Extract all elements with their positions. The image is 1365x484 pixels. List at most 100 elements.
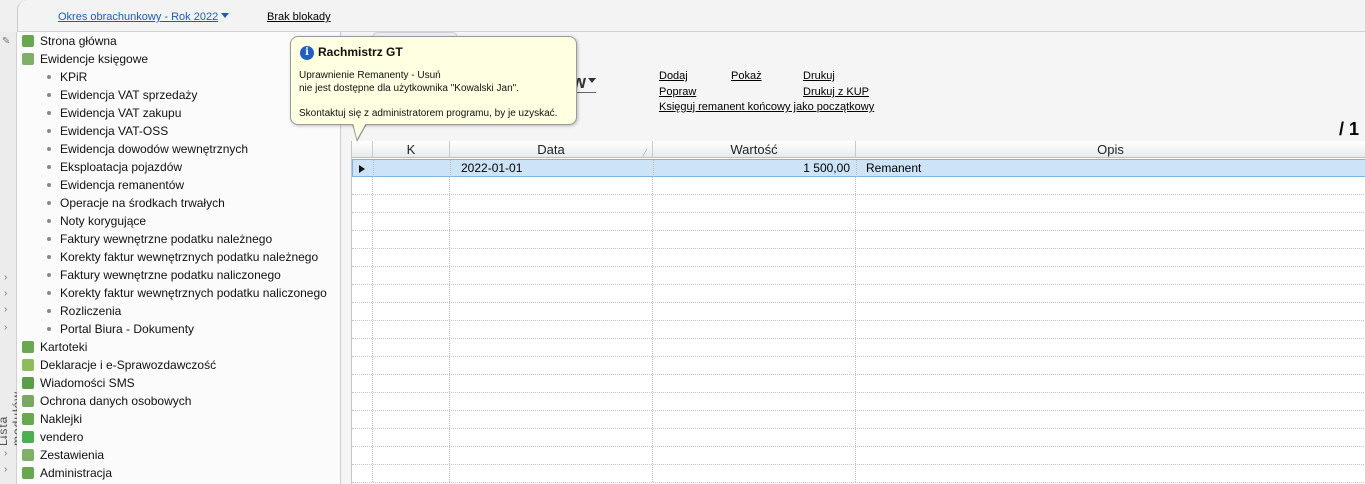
table-row[interactable] [352, 339, 1365, 357]
empty-cell[interactable] [653, 267, 856, 284]
row-indicator[interactable] [352, 249, 373, 266]
row-indicator[interactable] [352, 285, 373, 302]
empty-cell[interactable] [373, 303, 450, 320]
table-row[interactable]: 2022-01-01 1 500,00 Remanent [352, 159, 1365, 177]
table-row[interactable] [352, 285, 1365, 303]
inventory-grid[interactable]: K Data ╱ Wartość Opis 2022-01-01 1 500,00 R… [351, 141, 1365, 484]
row-indicator[interactable] [352, 321, 373, 338]
row-indicator[interactable] [352, 357, 373, 374]
row-indicator[interactable] [352, 213, 373, 230]
empty-cell[interactable] [373, 321, 450, 338]
empty-cell[interactable] [653, 429, 856, 446]
empty-cell[interactable] [373, 393, 450, 410]
empty-cell[interactable] [653, 285, 856, 302]
table-row[interactable] [352, 447, 1365, 465]
row-indicator[interactable] [353, 160, 374, 177]
empty-cell[interactable] [653, 411, 856, 428]
empty-cell[interactable] [653, 303, 856, 320]
empty-cell[interactable] [373, 267, 450, 284]
table-row[interactable] [352, 231, 1365, 249]
empty-cell[interactable] [373, 177, 450, 194]
empty-cell[interactable] [450, 285, 653, 302]
row-indicator[interactable] [352, 339, 373, 356]
table-row[interactable] [352, 465, 1365, 483]
empty-cell[interactable] [856, 411, 1365, 428]
empty-cell[interactable] [450, 447, 653, 464]
empty-cell[interactable] [373, 465, 450, 482]
cell-data[interactable]: 2022-01-01 [451, 160, 654, 177]
table-row[interactable] [352, 411, 1365, 429]
empty-cell[interactable] [856, 267, 1365, 284]
empty-cell[interactable] [450, 465, 653, 482]
cell-k[interactable] [374, 160, 451, 177]
row-indicator[interactable] [352, 429, 373, 446]
table-row[interactable] [352, 375, 1365, 393]
empty-cell[interactable] [373, 375, 450, 392]
empty-cell[interactable] [653, 447, 856, 464]
empty-cell[interactable] [856, 303, 1365, 320]
cell-opis[interactable]: Remanent [857, 160, 1365, 177]
row-indicator[interactable] [352, 231, 373, 248]
print-link[interactable]: Drukuj [803, 70, 835, 82]
empty-cell[interactable] [653, 393, 856, 410]
show-link[interactable]: Pokaż [731, 70, 762, 82]
empty-cell[interactable] [373, 249, 450, 266]
column-header-data[interactable]: Data ╱ [450, 141, 653, 158]
empty-cell[interactable] [373, 411, 450, 428]
table-row[interactable] [352, 321, 1365, 339]
empty-cell[interactable] [653, 213, 856, 230]
empty-cell[interactable] [653, 465, 856, 482]
chevron-right-icon[interactable]: › [4, 288, 7, 299]
empty-cell[interactable] [856, 393, 1365, 410]
empty-cell[interactable] [450, 195, 653, 212]
empty-cell[interactable] [450, 249, 653, 266]
row-indicator[interactable] [352, 411, 373, 428]
row-indicator[interactable] [352, 375, 373, 392]
empty-cell[interactable] [653, 339, 856, 356]
chevron-right-icon[interactable]: › [4, 272, 7, 283]
column-header-k[interactable]: K [373, 141, 450, 158]
empty-cell[interactable] [653, 195, 856, 212]
empty-cell[interactable] [856, 321, 1365, 338]
pin-icon[interactable]: ✎ [2, 37, 14, 47]
row-indicator[interactable] [352, 195, 373, 212]
empty-cell[interactable] [450, 213, 653, 230]
row-indicator[interactable] [352, 447, 373, 464]
table-row[interactable] [352, 249, 1365, 267]
empty-cell[interactable] [653, 231, 856, 248]
empty-cell[interactable] [856, 249, 1365, 266]
empty-cell[interactable] [373, 285, 450, 302]
empty-cell[interactable] [373, 339, 450, 356]
empty-cell[interactable] [450, 303, 653, 320]
empty-cell[interactable] [450, 177, 653, 194]
empty-cell[interactable] [450, 375, 653, 392]
table-row[interactable] [352, 303, 1365, 321]
empty-cell[interactable] [450, 321, 653, 338]
empty-cell[interactable] [856, 285, 1365, 302]
cell-wartosc[interactable]: 1 500,00 [654, 160, 857, 177]
empty-cell[interactable] [450, 357, 653, 374]
empty-cell[interactable] [450, 393, 653, 410]
module-list-strip[interactable]: ✎ › › › › › › › › Lista modułów [0, 32, 24, 484]
chevron-right-icon[interactable]: › [4, 322, 7, 333]
row-indicator[interactable] [352, 465, 373, 482]
empty-cell[interactable] [653, 321, 856, 338]
column-header-wartosc[interactable]: Wartość [653, 141, 856, 158]
empty-cell[interactable] [653, 357, 856, 374]
chevron-right-icon[interactable]: › [4, 304, 7, 315]
edit-link[interactable]: Popraw [659, 86, 696, 98]
empty-cell[interactable] [450, 429, 653, 446]
empty-cell[interactable] [450, 339, 653, 356]
table-row[interactable] [352, 429, 1365, 447]
chevron-right-icon[interactable]: › [4, 448, 7, 459]
table-row[interactable] [352, 393, 1365, 411]
lock-status-link[interactable]: Brak blokady [267, 11, 331, 23]
empty-cell[interactable] [856, 357, 1365, 374]
empty-cell[interactable] [653, 375, 856, 392]
empty-cell[interactable] [373, 429, 450, 446]
post-inventory-link[interactable]: Księguj remanent końcowy jako początkowy [659, 101, 874, 113]
empty-cell[interactable] [450, 267, 653, 284]
empty-cell[interactable] [653, 249, 856, 266]
empty-cell[interactable] [373, 195, 450, 212]
table-row[interactable] [352, 357, 1365, 375]
